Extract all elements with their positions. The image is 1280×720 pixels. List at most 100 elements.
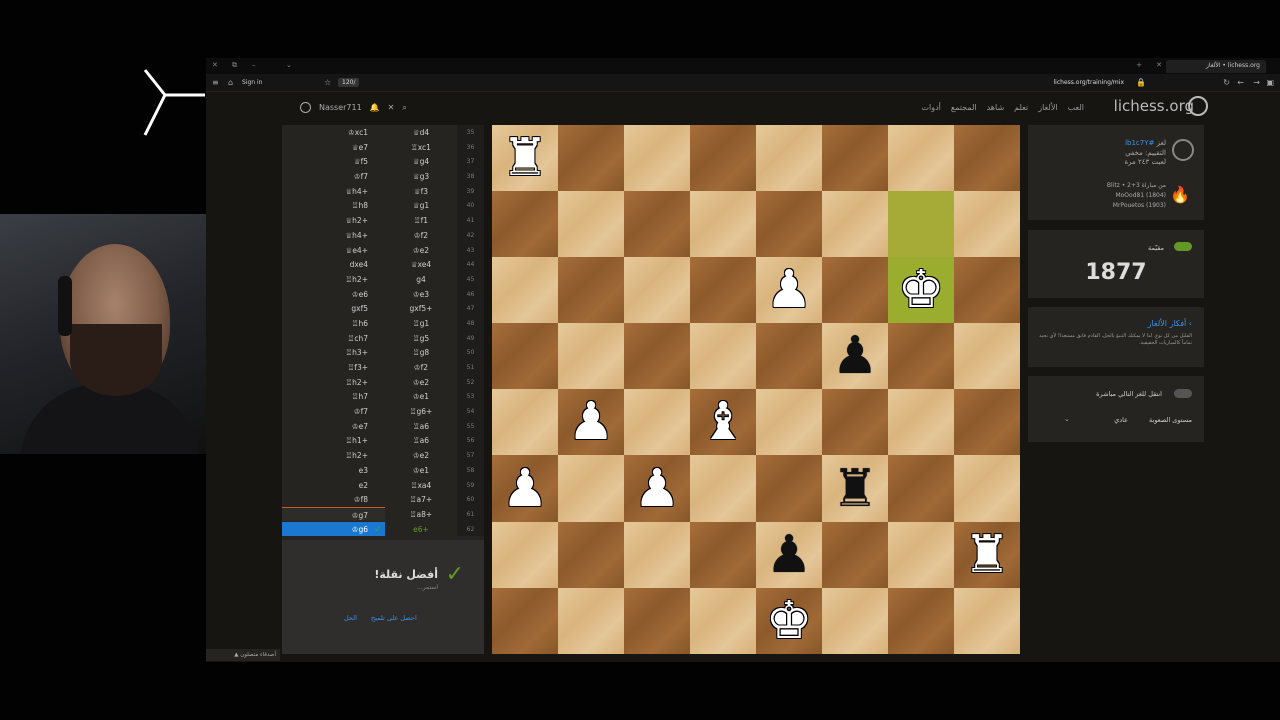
black-move[interactable]: ♔f7 <box>282 172 385 181</box>
white-move[interactable]: ♕xe4 <box>385 260 457 269</box>
username[interactable]: Nasser711 <box>319 103 362 112</box>
friends-online-bar[interactable]: أصدقاء متصلون ▲ <box>206 649 280 661</box>
themes-title[interactable]: › أفكار الألغاز <box>1148 319 1192 328</box>
board-square[interactable] <box>492 191 558 258</box>
black-move[interactable]: ♔g7 <box>282 506 385 521</box>
black-pawn-icon[interactable]: ♟ <box>766 529 813 581</box>
black-move[interactable]: ♔e7 <box>282 422 385 431</box>
board-square[interactable] <box>888 191 954 258</box>
white-move[interactable]: ♖a8+ <box>385 510 457 519</box>
site-logo[interactable]: lichess.org <box>1114 97 1194 115</box>
black-move[interactable]: ♖h2+ <box>282 275 385 284</box>
search-icon[interactable]: ⌕ <box>402 103 406 113</box>
white-move[interactable]: ♔f2 <box>385 363 457 372</box>
board-square[interactable] <box>954 587 1020 654</box>
board-square[interactable] <box>624 125 690 192</box>
forward-icon[interactable]: → <box>1253 78 1260 87</box>
board-square[interactable] <box>558 125 624 192</box>
black-move[interactable]: ♔f7 <box>282 407 385 416</box>
sidebar-icon[interactable]: ▣ <box>1266 78 1274 87</box>
board-square[interactable] <box>954 455 1020 522</box>
board-square[interactable]: ♜ <box>822 455 888 522</box>
board-square[interactable] <box>690 257 756 324</box>
board-square[interactable]: ♟ <box>558 389 624 456</box>
black-move[interactable]: ♔xc1 <box>282 128 385 137</box>
board-square[interactable] <box>690 323 756 390</box>
white-move[interactable]: ♕g3 <box>385 172 457 181</box>
board-square[interactable] <box>624 389 690 456</box>
board-square[interactable] <box>756 125 822 192</box>
white-move[interactable]: ♔e2 <box>385 378 457 387</box>
board-square[interactable] <box>558 257 624 324</box>
hint-link[interactable]: احصل على تلميح <box>371 614 417 622</box>
board-square[interactable] <box>558 455 624 522</box>
white-move[interactable]: ♔e3 <box>385 290 457 299</box>
white-king-icon[interactable]: ♚ <box>898 264 945 316</box>
board-square[interactable] <box>888 587 954 654</box>
menu-icon[interactable]: ≡ <box>212 78 219 87</box>
board-square[interactable] <box>690 455 756 522</box>
board-square[interactable]: ♝ <box>690 389 756 456</box>
back-icon[interactable]: ← <box>1237 78 1244 87</box>
black-move[interactable]: ♖h8 <box>282 201 385 210</box>
white-move[interactable]: ♖f1 <box>385 216 457 225</box>
board-square[interactable] <box>624 191 690 258</box>
board-square[interactable]: ♟ <box>624 455 690 522</box>
board-square[interactable]: ♟ <box>822 323 888 390</box>
board-square[interactable] <box>954 125 1020 192</box>
white-move[interactable]: ♖g6+ <box>385 407 457 416</box>
close-icon[interactable]: ✕ <box>388 103 395 112</box>
black-move[interactable]: ♕h4+ <box>282 231 385 240</box>
extension-chip[interactable]: 120/ <box>338 78 360 87</box>
url-field[interactable]: lichess.org/training/mix <box>1054 79 1124 86</box>
restore-icon[interactable]: ⧉ <box>232 61 237 70</box>
white-move[interactable]: ♖a6 <box>385 436 457 445</box>
white-move[interactable]: ♔f2 <box>385 231 457 240</box>
black-move[interactable]: ♖h6 <box>282 319 385 328</box>
signin-button[interactable]: Sign in <box>242 79 262 86</box>
white-move[interactable]: ♕f3 <box>385 187 457 196</box>
close-tab-icon[interactable]: ✕ <box>1156 61 1162 69</box>
chevron-down-icon[interactable]: ⌄ <box>286 61 292 69</box>
board-square[interactable] <box>756 389 822 456</box>
white-move[interactable]: g4 <box>385 275 457 284</box>
board-square[interactable] <box>492 257 558 324</box>
black-move[interactable]: ♔e6 <box>282 290 385 299</box>
board-square[interactable]: ♚ <box>888 257 954 324</box>
black-rook-icon[interactable]: ♜ <box>832 463 879 515</box>
board-square[interactable] <box>822 389 888 456</box>
board-square[interactable] <box>492 389 558 456</box>
player-white[interactable]: MoOod81 (1804) <box>1107 191 1166 201</box>
board-square[interactable] <box>690 125 756 192</box>
board-square[interactable] <box>756 323 822 390</box>
black-move[interactable]: ♖h3+ <box>282 348 385 357</box>
white-move[interactable]: e6+ <box>385 525 457 534</box>
user-avatar-icon[interactable] <box>300 102 311 113</box>
black-move[interactable]: ♖f3+ <box>282 363 385 372</box>
board-square[interactable] <box>624 587 690 654</box>
nav-tools[interactable]: أدوات <box>921 103 940 112</box>
black-move[interactable]: gxf5 <box>282 304 385 313</box>
board-square[interactable] <box>492 521 558 588</box>
solution-link[interactable]: الحل <box>344 614 357 622</box>
minimize-icon[interactable]: – <box>252 61 256 69</box>
white-move[interactable]: ♕g1 <box>385 201 457 210</box>
white-rook-icon[interactable]: ♜ <box>964 529 1011 581</box>
close-window-icon[interactable]: ✕ <box>212 61 218 69</box>
black-move[interactable]: ♖h7 <box>282 392 385 401</box>
white-move[interactable]: ♖xa4 <box>385 481 457 490</box>
white-move[interactable]: ♔e1 <box>385 392 457 401</box>
board-square[interactable] <box>558 191 624 258</box>
puzzle-id-link[interactable]: #lb1c7Y <box>1125 139 1154 147</box>
rated-toggle[interactable] <box>1174 242 1192 251</box>
black-move[interactable]: ♕e4+ <box>282 246 385 255</box>
black-move[interactable]: e3 <box>282 466 385 475</box>
board-square[interactable]: ♟ <box>756 521 822 588</box>
white-move[interactable]: gxf5+ <box>385 304 457 313</box>
black-move[interactable]: ♖h2+ <box>282 451 385 460</box>
white-rook-icon[interactable]: ♜ <box>502 132 549 184</box>
autonext-toggle[interactable] <box>1174 389 1192 398</box>
white-king-icon[interactable]: ♚ <box>766 595 813 647</box>
board-square[interactable] <box>690 587 756 654</box>
black-move[interactable]: ♕h4+ <box>282 187 385 196</box>
